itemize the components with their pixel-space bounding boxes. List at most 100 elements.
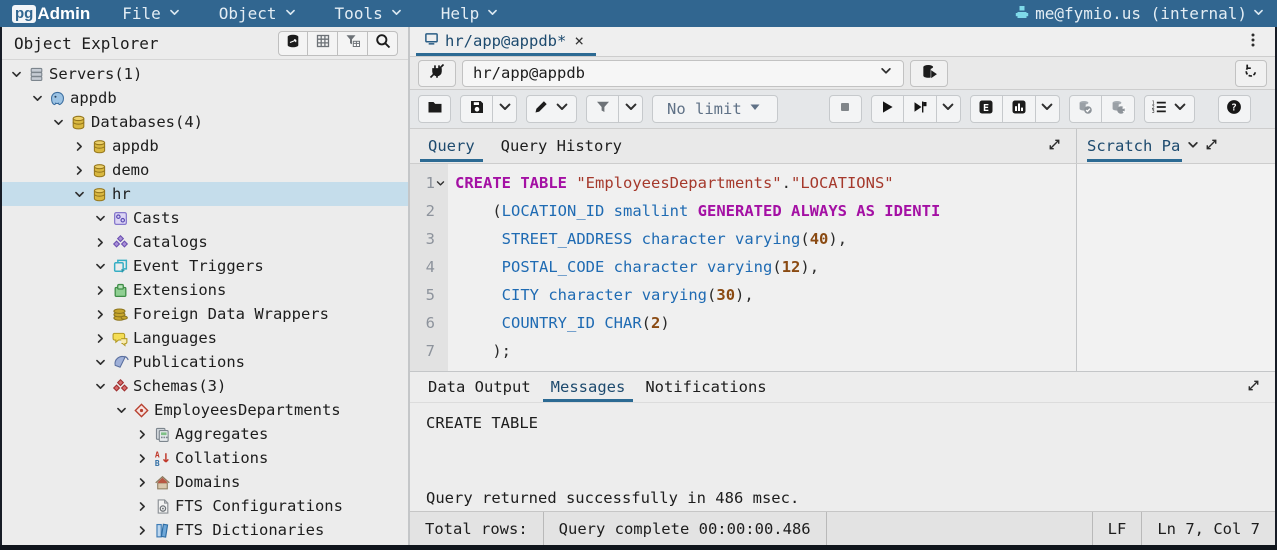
menu-file[interactable]: File [122, 4, 181, 23]
chevron-down-icon[interactable] [71, 186, 87, 202]
edit-button[interactable] [526, 95, 577, 123]
scratch-pad-body[interactable] [1076, 164, 1275, 371]
tab-data-output[interactable]: Data Output [420, 373, 539, 402]
line-number: 7 [410, 337, 448, 365]
save-icon [469, 99, 485, 119]
tree-item-servers-1-[interactable]: Servers(1) [2, 62, 408, 86]
chevron-down-icon[interactable] [92, 378, 108, 394]
expand-panel-icon[interactable] [1204, 137, 1219, 156]
languages-icon [111, 330, 129, 347]
execute-script-button[interactable] [904, 95, 937, 123]
fold-chevron-icon[interactable] [435, 175, 448, 191]
tree-item-catalogs[interactable]: Catalogs [2, 230, 408, 254]
tree-item-foreign-data-wrappers[interactable]: Foreign Data Wrappers [2, 302, 408, 326]
tab-scratch-pad[interactable]: Scratch Pa [1087, 131, 1182, 162]
chevron-down-icon[interactable] [29, 90, 45, 106]
execute-button[interactable] [871, 95, 904, 123]
connection-select[interactable]: hr/app@appdb [462, 60, 904, 87]
tree-item-hr[interactable]: hr [2, 182, 408, 206]
chevron-right-icon[interactable] [92, 330, 108, 346]
messages-output: CREATE TABLE Query returned successfully… [410, 403, 1275, 511]
menu-help[interactable]: Help [441, 4, 500, 23]
explain-button[interactable]: E [970, 95, 1003, 123]
tree-item-event-triggers[interactable]: Event Triggers [2, 254, 408, 278]
stop-button[interactable] [829, 95, 862, 123]
chevron-down-icon[interactable] [50, 114, 66, 130]
search-objects-button[interactable] [368, 31, 398, 56]
sql-editor[interactable]: 1CREATE TABLE "EmployeesDepartments"."LO… [410, 164, 1076, 371]
chevron-right-icon[interactable] [134, 450, 150, 466]
chevron-down-icon[interactable] [113, 402, 129, 418]
kebab-menu-icon[interactable] [1239, 32, 1267, 52]
tree-item-appdb[interactable]: appdb [2, 86, 408, 110]
close-tab-icon[interactable]: × [572, 31, 586, 50]
chevron-down-icon[interactable] [8, 66, 24, 82]
connection-bar: hr/app@appdb [410, 57, 1275, 90]
help-button[interactable]: ? [1218, 95, 1251, 123]
execute-group [871, 95, 961, 123]
tree-item-fts-dictionaries[interactable]: FTS Dictionaries [2, 518, 408, 542]
tree-item-employeesdepartments[interactable]: EmployeesDepartments [2, 398, 408, 422]
execute-menu-button[interactable] [937, 95, 961, 123]
tree-item-fts-configurations[interactable]: FTS Configurations [2, 494, 408, 518]
grid-view-button[interactable] [308, 31, 338, 56]
catalogs-icon [111, 234, 129, 251]
tree-item-domains[interactable]: Domains [2, 470, 408, 494]
tree-item-extensions[interactable]: Extensions [2, 278, 408, 302]
save-button[interactable] [460, 95, 493, 123]
chevron-right-icon[interactable] [92, 306, 108, 322]
chevron-right-icon[interactable] [71, 162, 87, 178]
chevron-right-icon[interactable] [92, 282, 108, 298]
chevron-down-icon[interactable] [92, 354, 108, 370]
commit-button[interactable] [1069, 95, 1102, 123]
tree-item-aggregates[interactable]: Aggregates [2, 422, 408, 446]
tab-messages[interactable]: Messages [543, 373, 634, 402]
macros-button[interactable]: 123 [1144, 95, 1195, 123]
tree-item-casts[interactable]: Casts [2, 206, 408, 230]
database-actions-button[interactable] [278, 31, 308, 56]
tab-notifications[interactable]: Notifications [637, 373, 774, 402]
open-file-button[interactable] [418, 95, 451, 123]
chevron-right-icon[interactable] [134, 474, 150, 490]
user-menu[interactable]: me@fymio.us (internal) [1014, 4, 1265, 24]
filter-button[interactable] [586, 95, 619, 123]
eol-indicator[interactable]: LF [1092, 512, 1142, 545]
tree-item-databases-4-[interactable]: Databases(4) [2, 110, 408, 134]
new-connection-button[interactable] [910, 60, 948, 87]
tree-item-appdb[interactable]: appdb [2, 134, 408, 158]
chevron-down-icon[interactable] [92, 258, 108, 274]
chevron-right-icon[interactable] [134, 426, 150, 442]
query-tool-tab[interactable]: hr/app@appdb* × [416, 27, 596, 56]
rollback-button[interactable] [1102, 95, 1135, 123]
fdw-icon [111, 306, 129, 323]
connection-status-button[interactable] [418, 60, 456, 87]
save-menu-button[interactable] [493, 95, 517, 123]
pgadmin-logo: pg Admin [12, 4, 90, 24]
tree-item-schemas-3-[interactable]: Schemas(3) [2, 374, 408, 398]
chevron-down-icon[interactable] [1186, 137, 1200, 156]
tab-query-history[interactable]: Query History [493, 131, 630, 162]
limit-select[interactable]: No limit [652, 95, 778, 123]
tree-item-collations[interactable]: ABCollations [2, 446, 408, 470]
reset-layout-button[interactable] [1235, 60, 1267, 87]
chevron-right-icon[interactable] [71, 138, 87, 154]
chevron-right-icon[interactable] [134, 522, 150, 538]
expand-panel-icon[interactable] [1242, 378, 1265, 397]
schema-icon [132, 402, 150, 419]
expand-panel-icon[interactable] [1043, 137, 1066, 156]
chevron-right-icon[interactable] [92, 234, 108, 250]
explain-menu-button[interactable] [1036, 95, 1060, 123]
code-text: (LOCATION_ID smallint GENERATED ALWAYS A… [448, 197, 940, 225]
tree-item-languages[interactable]: Languages [2, 326, 408, 350]
menu-object[interactable]: Object [219, 4, 297, 23]
chevron-down-icon[interactable] [92, 210, 108, 226]
filter-menu-button[interactable] [619, 95, 643, 123]
filter-tree-button[interactable] [338, 31, 368, 56]
chevron-right-icon[interactable] [134, 498, 150, 514]
menu-tools[interactable]: Tools [335, 4, 403, 23]
tab-query[interactable]: Query [420, 131, 483, 162]
tree-item-demo[interactable]: demo [2, 158, 408, 182]
chevron-down-icon [1039, 99, 1055, 119]
tree-item-publications[interactable]: Publications [2, 350, 408, 374]
explain-analyze-button[interactable] [1003, 95, 1036, 123]
